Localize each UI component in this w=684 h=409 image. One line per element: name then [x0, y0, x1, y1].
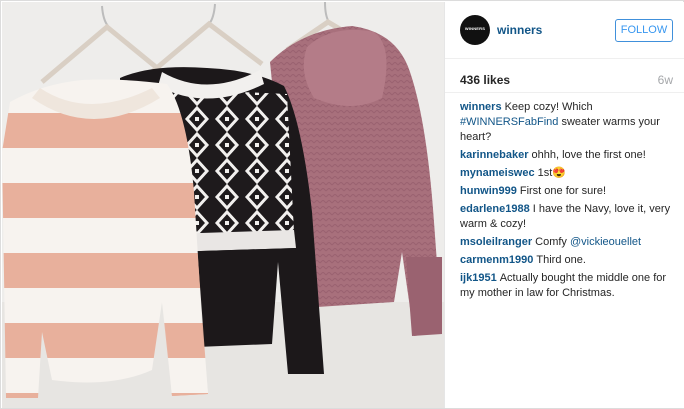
comment-text: ohhh, love the first one! — [531, 149, 646, 161]
comment: msoleilranger Comfy @vickieouellet — [460, 235, 672, 250]
caption: winners Keep cozy! Which #WINNERSFabFind … — [460, 100, 672, 145]
comment-text: Third one. — [536, 254, 586, 266]
post-photo[interactable] — [2, 2, 444, 408]
comment: hunwin999 First one for sure! — [460, 184, 672, 199]
post-details-panel: WINNERS winners FOLLOW 436 likes 6w winn… — [444, 2, 684, 408]
comment: karinnebaker ohhh, love the first one! — [460, 148, 672, 163]
comment-author[interactable]: edarlene1988 — [460, 203, 530, 215]
comment: edarlene1988 I have the Navy, love it, ve… — [460, 202, 672, 232]
caption-author[interactable]: winners — [460, 101, 502, 113]
post-stats: 436 likes 6w — [445, 59, 684, 93]
sweaters-photo — [2, 2, 444, 408]
comment-author[interactable]: hunwin999 — [460, 185, 517, 197]
comment-author[interactable]: msoleilranger — [460, 236, 532, 248]
comment: mynameiswec 1st😍 — [460, 166, 672, 181]
likes-count[interactable]: 436 likes — [460, 73, 510, 87]
avatar-logo-text: WINNERS — [464, 26, 486, 31]
avatar[interactable]: WINNERS — [460, 15, 490, 45]
follow-button[interactable]: FOLLOW — [615, 19, 673, 42]
comment-text: Comfy — [535, 236, 570, 248]
comment-author[interactable]: mynameiswec — [460, 167, 535, 179]
comment-author[interactable]: karinnebaker — [460, 149, 528, 161]
comment-text: 1st😍 — [537, 167, 566, 179]
comment-author[interactable]: ijk1951 — [460, 272, 497, 284]
post-frame: WINNERS winners FOLLOW 436 likes 6w winn… — [0, 0, 684, 409]
caption-hashtag[interactable]: #WINNERSFabFind — [460, 116, 558, 128]
comment: carmenm1990 Third one. — [460, 253, 672, 268]
account-username[interactable]: winners — [497, 23, 542, 37]
comment-mention[interactable]: @vickieouellet — [570, 236, 641, 248]
post-age[interactable]: 6w — [658, 73, 673, 87]
comments-list: winners Keep cozy! Which #WINNERSFabFind … — [460, 100, 672, 304]
comment-author[interactable]: carmenm1990 — [460, 254, 533, 266]
post-header: WINNERS winners FOLLOW — [445, 2, 684, 59]
comment: ijk1951 Actually bought the middle one fo… — [460, 271, 672, 301]
comment-text: First one for sure! — [519, 185, 607, 197]
caption-text-start: Keep cozy! Which — [504, 101, 593, 113]
